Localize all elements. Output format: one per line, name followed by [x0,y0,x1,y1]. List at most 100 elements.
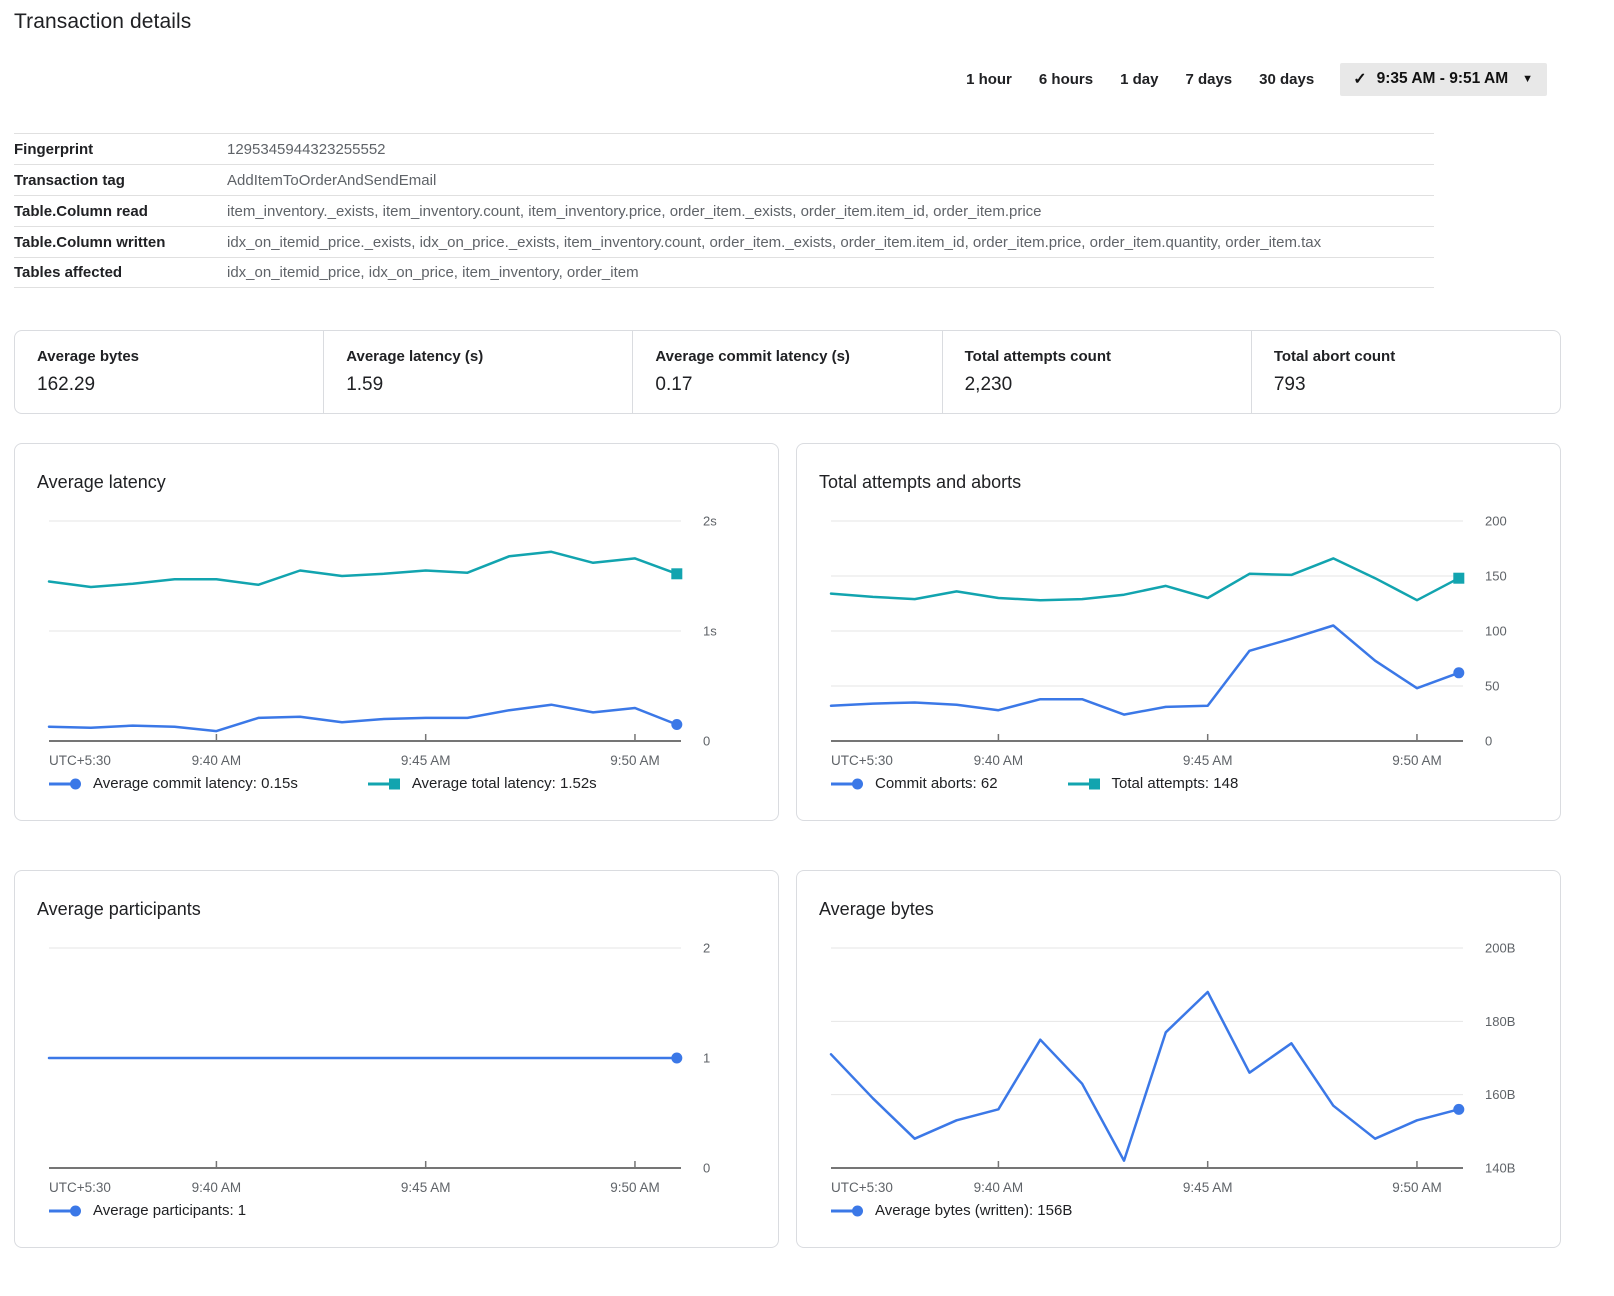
y-axis-label: 2 [703,941,710,956]
time-range-option-6-hours[interactable]: 6 hours [1039,71,1093,88]
y-axis-label: 140B [1485,1161,1515,1176]
time-range-option-1-hour[interactable]: 1 hour [966,71,1012,88]
y-axis-label: 160B [1485,1087,1515,1102]
stat-value: 2,230 [965,374,1251,396]
stat-total-abort-count: Total abort count 793 [1251,331,1560,413]
x-axis-timezone-label: UTC+5:30 [831,753,893,768]
series-line-commit-aborts [831,626,1459,715]
y-axis-label: 0 [703,1161,710,1176]
summary-stats-card: Average bytes162.29Average latency (s)1.… [14,330,1561,414]
chart-plot-total-attempts-and-aborts: 2001501005009:40 AM9:45 AM9:50 AMUTC+5:3… [797,509,1560,771]
time-range-bar: 1 hour 6 hours 1 day 7 days 30 days ✓ 9:35 A… [14,62,1547,96]
stat-label: Average bytes [37,348,323,365]
chevron-down-icon: ▼ [1522,73,1533,85]
chart-card-average-bytes: Average bytes200B180B160B140B9:40 AM9:45… [796,870,1561,1248]
series-line-total-attempts [831,558,1459,600]
details-label: Tables affected [14,264,227,281]
legend-item-average-commit-latency: Average commit latency: 0.15s [49,775,298,792]
y-axis-label: 1 [703,1051,710,1066]
legend-marker-square-icon [368,777,402,791]
y-axis-label: 180B [1485,1014,1515,1029]
details-table: Fingerprint1295345944323255552Transactio… [14,133,1434,288]
legend-item-average-total-latency: Average total latency: 1.52s [368,775,597,792]
details-value: item_inventory._exists, item_inventory.c… [227,203,1042,220]
x-axis-label: 9:50 AM [610,1180,660,1195]
stat-total-attempts-count: Total attempts count 2,230 [942,331,1251,413]
page-title: Transaction details [14,10,1547,34]
chart-plot-average-latency: 2s1s09:40 AM9:45 AM9:50 AMUTC+5:30 [15,509,778,771]
chart-card-average-latency: Average latency2s1s09:40 AM9:45 AM9:50 A… [14,443,779,821]
details-value: AddItemToOrderAndSendEmail [227,172,436,189]
chart-title: Average bytes [819,899,1560,920]
y-axis-label: 50 [1485,679,1499,694]
selected-time-range: 9:35 AM - 9:51 AM [1377,70,1509,88]
x-axis-label: 9:40 AM [974,1180,1024,1195]
legend-label: Average participants: 1 [93,1202,246,1219]
legend-item-average-bytes-written: Average bytes (written): 156B [831,1202,1072,1219]
chart-card-average-participants: Average participants 2 1 0 9:40 AM 9:45 AM 9:5… [14,870,779,1248]
stat-value: 0.17 [655,374,941,396]
stat-average-commit-latency-s: Average commit latency (s) 0.17 [632,331,941,413]
x-axis-timezone-label: UTC+5:30 [831,1180,893,1195]
chart-title: Total attempts and aborts [819,472,1560,493]
chart-card-total-attempts-and-aborts: Total attempts and aborts2001501005009:4… [796,443,1561,821]
legend-item-average-participants: Average participants: 1 [49,1202,246,1219]
details-value: idx_on_itemid_price, idx_on_price, item_… [227,264,639,281]
legend-marker-circle-icon [831,777,865,791]
details-label: Table.Column written [14,234,227,251]
x-axis-label: 9:50 AM [1392,1180,1442,1195]
details-row-tables-affected: Tables affectedidx_on_itemid_price, idx_… [14,257,1434,288]
series-end-marker [1453,1104,1464,1115]
series-end-marker [671,568,682,579]
series-end-marker [671,1053,682,1064]
details-value: 1295345944323255552 [227,141,386,158]
series-line-average-commit-latency [49,705,677,731]
details-label: Transaction tag [14,172,227,189]
details-label: Fingerprint [14,141,227,158]
time-range-option-7-days[interactable]: 7 days [1185,71,1232,88]
series-line-average-bytes-written [831,992,1459,1161]
series-line-average-total-latency [49,552,677,587]
x-axis-label: 9:40 AM [192,753,242,768]
transaction-details-page: Transaction details 1 hour 6 hours 1 day 7 … [0,0,1561,1248]
legend-marker-circle-icon [49,777,83,791]
stat-average-bytes: Average bytes 162.29 [15,331,323,413]
details-row-table-column-read: Table.Column readitem_inventory._exists,… [14,195,1434,226]
time-range-option-30-days[interactable]: 30 days [1259,71,1314,88]
y-axis-label: 2s [703,514,717,529]
series-end-marker [671,719,682,730]
stat-value: 162.29 [37,374,323,396]
x-axis-label: 9:50 AM [1392,753,1442,768]
chart-title: Average participants [37,899,778,920]
legend-marker-circle-icon [49,1204,83,1218]
x-axis-label: 9:40 AM [192,1180,242,1195]
chart-plot-average-bytes: 200B180B160B140B9:40 AM9:45 AM9:50 AMUTC… [797,936,1560,1198]
legend-label: Average bytes (written): 156B [875,1202,1072,1219]
legend-item-total-attempts: Total attempts: 148 [1068,775,1239,792]
custom-time-range-dropdown[interactable]: ✓ 9:35 AM - 9:51 AM ▼ [1340,63,1547,96]
x-axis-label: 9:45 AM [401,1180,451,1195]
y-axis-label: 100 [1485,624,1507,639]
chart-title: Average latency [37,472,778,493]
x-axis-label: 9:50 AM [610,753,660,768]
chart-legend: Commit aborts: 62Total attempts: 148 [831,775,1560,792]
time-range-option-1-day[interactable]: 1 day [1120,71,1158,88]
x-axis-label: 9:45 AM [1183,753,1233,768]
x-axis-label: 9:45 AM [1183,1180,1233,1195]
details-row-transaction-tag: Transaction tagAddItemToOrderAndSendEmai… [14,164,1434,195]
details-row-fingerprint: Fingerprint1295345944323255552 [14,133,1434,164]
legend-label: Average commit latency: 0.15s [93,775,298,792]
charts-grid: Average latency 2s 1s 0 9:40 AM 9:45 AM 9:50 A… [14,443,1547,1248]
legend-label: Total attempts: 148 [1112,775,1239,792]
x-axis-timezone-label: UTC+5:30 [49,1180,111,1195]
details-label: Table.Column read [14,203,227,220]
check-icon: ✓ [1353,69,1366,89]
stat-label: Total abort count [1274,348,1560,365]
x-axis-label: 9:45 AM [401,753,451,768]
stat-label: Average commit latency (s) [655,348,941,365]
stat-label: Total attempts count [965,348,1251,365]
legend-marker-circle-icon [831,1204,865,1218]
series-end-marker [1453,667,1464,678]
y-axis-label: 1s [703,624,717,639]
stat-value: 793 [1274,374,1560,396]
